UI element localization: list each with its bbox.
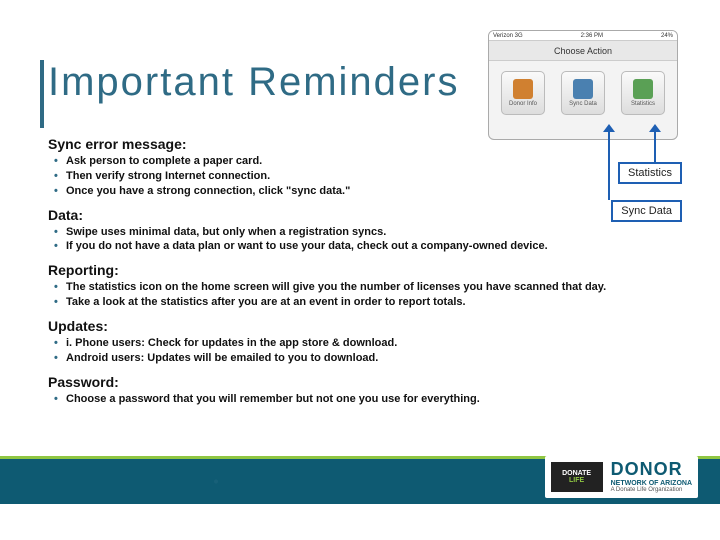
list-item: Take a look at the statistics after you … xyxy=(54,295,668,310)
donate-life-logo: DONATE LIFE xyxy=(551,462,603,492)
phone-screen-title: Choose Action xyxy=(489,41,677,61)
section-heading-reporting: Reporting: xyxy=(48,262,668,278)
donor-info-icon xyxy=(513,79,533,99)
list-item: Then verify strong Internet connection. xyxy=(54,169,668,184)
phone-status-bar: Verizon 3G 2:36 PM 24% xyxy=(489,31,677,41)
arrow-line-statistics xyxy=(654,128,656,162)
list-item: The statistics icon on the home screen w… xyxy=(54,280,668,295)
phone-icon-label: Sync Data xyxy=(569,101,597,107)
page-title: Important Reminders xyxy=(48,60,459,105)
phone-icon-donor-info: Donor Info xyxy=(501,71,545,115)
list-item: Once you have a strong connection, click… xyxy=(54,184,668,199)
title-accent-bar xyxy=(40,60,44,128)
statistics-icon xyxy=(633,79,653,99)
arrow-line-sync xyxy=(608,128,610,200)
bullets-data: Swipe uses minimal data, but only when a… xyxy=(48,225,668,255)
list-item: If you do not have a data plan or want t… xyxy=(54,239,668,254)
section-heading-updates: Updates: xyxy=(48,318,668,334)
logo-subtext: NETWORK OF ARIZONA xyxy=(611,480,692,488)
list-item: Android users: Updates will be emailed t… xyxy=(54,351,668,366)
phone-icon-sync-data: Sync Data xyxy=(561,71,605,115)
phone-status-carrier: Verizon 3G xyxy=(493,33,523,39)
logo-text: DONATE xyxy=(562,470,591,477)
logo-text: DONOR xyxy=(611,460,692,480)
content-body: Sync error message: Ask person to comple… xyxy=(48,136,668,410)
bullets-reporting: The statistics icon on the home screen w… xyxy=(48,280,668,310)
callout-statistics: Statistics xyxy=(618,162,682,184)
phone-status-time: 2:36 PM xyxy=(581,33,603,39)
list-item: i. Phone users: Check for updates in the… xyxy=(54,336,668,351)
section-heading-password: Password: xyxy=(48,374,668,390)
section-heading-data: Data: xyxy=(48,207,668,223)
phone-icon-label: Statistics xyxy=(631,101,655,107)
footer-logos: DONATE LIFE DONOR NETWORK OF ARIZONA A D… xyxy=(545,456,698,498)
phone-icon-statistics: Statistics xyxy=(621,71,665,115)
sync-data-icon xyxy=(573,79,593,99)
logo-text: LIFE xyxy=(569,477,584,484)
donor-network-logo: DONOR NETWORK OF ARIZONA A Donate Life O… xyxy=(611,460,692,494)
phone-icon-row: Donor Info Sync Data Statistics xyxy=(489,61,677,125)
logo-subtext: A Donate Life Organization xyxy=(611,487,692,494)
bullets-updates: i. Phone users: Check for updates in the… xyxy=(48,336,668,366)
list-item: Swipe uses minimal data, but only when a… xyxy=(54,225,668,240)
phone-status-battery: 24% xyxy=(661,33,673,39)
bullets-sync: Ask person to complete a paper card. The… xyxy=(48,154,668,199)
list-item: Choose a password that you will remember… xyxy=(54,392,668,407)
bullets-password: Choose a password that you will remember… xyxy=(48,392,668,407)
phone-icon-label: Donor Info xyxy=(509,101,537,107)
callout-sync-data: Sync Data xyxy=(611,200,682,222)
list-item: Ask person to complete a paper card. xyxy=(54,154,668,169)
